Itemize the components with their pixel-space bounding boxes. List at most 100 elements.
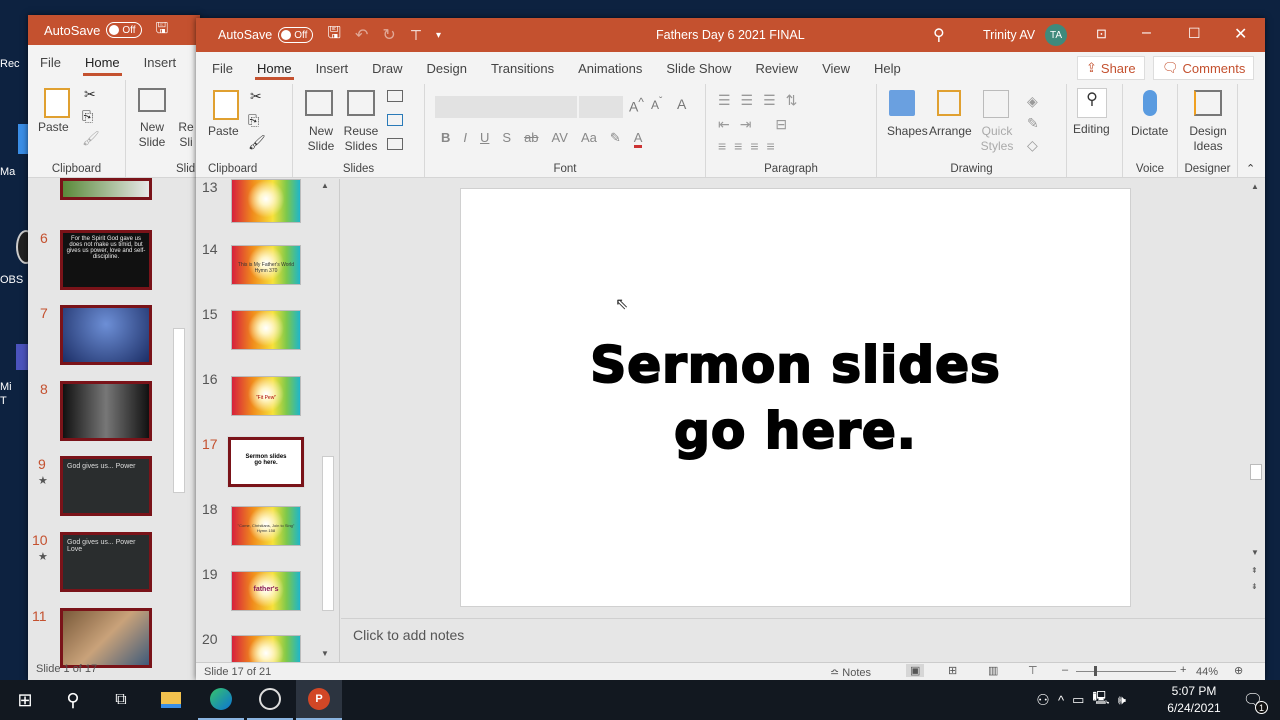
tab-insert[interactable]: Insert: [132, 45, 189, 80]
zoom-slider-thumb[interactable]: [1094, 666, 1097, 676]
slide-thumbnail[interactable]: [60, 608, 152, 668]
tab-review[interactable]: Review: [743, 52, 810, 84]
desktop-icon-ma[interactable]: Ma: [0, 166, 28, 178]
ribbon-display-options-icon[interactable]: ⊡: [1096, 26, 1107, 42]
copy-icon[interactable]: ⎘: [248, 112, 259, 129]
tab-home[interactable]: Home: [73, 45, 132, 80]
tab-slide-show[interactable]: Slide Show: [654, 52, 743, 84]
slide-sorter-icon[interactable]: ⊞: [948, 664, 957, 677]
notes-pane[interactable]: Click to add notes: [341, 618, 1265, 662]
slide-thumbnail[interactable]: [60, 178, 152, 200]
search-icon[interactable]: ⚲: [50, 680, 96, 720]
system-tray[interactable]: ^ ▭ 🖳 🕪: [1058, 680, 1168, 720]
shapes-button[interactable]: Shapes: [887, 124, 928, 139]
avatar[interactable]: TA: [1045, 24, 1067, 46]
network-icon[interactable]: 🖳: [1092, 689, 1109, 711]
scroll-down-icon[interactable]: ▼: [1251, 548, 1259, 557]
slide-thumbnail[interactable]: father's: [231, 571, 301, 611]
search-icon[interactable]: ⚲: [933, 25, 945, 45]
cut-icon[interactable]: ✂: [84, 86, 96, 103]
slide-thumbnail[interactable]: God gives us... Power Love: [60, 532, 152, 592]
cut-icon[interactable]: ✂: [250, 88, 262, 105]
slideshow-view-icon[interactable]: ⊤: [1028, 664, 1038, 677]
powerpoint-taskbar-icon[interactable]: P: [296, 680, 342, 720]
tab-design[interactable]: Design: [415, 52, 479, 84]
tab-help[interactable]: Help: [862, 52, 913, 84]
change-case-button[interactable]: Aa: [581, 130, 597, 148]
user-name[interactable]: Trinity AV: [983, 28, 1035, 42]
file-explorer-icon[interactable]: [148, 680, 194, 720]
scrollbar-thumb[interactable]: [173, 328, 185, 493]
next-slide-icon[interactable]: ⇟: [1251, 582, 1258, 591]
fill-outline-effects-icons[interactable]: ◈ ✎ ◇: [1027, 90, 1039, 156]
normal-view-icon[interactable]: ▣: [906, 664, 925, 677]
tab-home[interactable]: Home: [245, 52, 304, 84]
action-center-icon[interactable]: 🗨 1: [1230, 680, 1276, 720]
zoom-in-icon[interactable]: +: [1180, 664, 1186, 676]
paste-button[interactable]: Paste: [208, 124, 239, 139]
increase-font-icon[interactable]: A^: [629, 96, 644, 115]
slide-thumbnail[interactable]: "Fit Pew": [231, 376, 301, 416]
thumbnail-scrollbar[interactable]: ▲ ▼: [321, 179, 335, 662]
slide-thumbnail[interactable]: [60, 381, 152, 441]
editing-button[interactable]: Editing: [1073, 122, 1110, 137]
customize-qat-icon[interactable]: ▾: [436, 30, 441, 41]
slide-thumbnail[interactable]: "Come, Christians, Join to Sing" Hymn 15…: [231, 506, 301, 546]
bold-button[interactable]: B: [441, 130, 450, 148]
collapse-ribbon-icon[interactable]: ⌃: [1246, 162, 1255, 175]
slide-thumbnail[interactable]: For the Spirit God gave us does not make…: [60, 230, 152, 290]
fit-to-window-icon[interactable]: ⊕: [1234, 664, 1243, 677]
reset-icon[interactable]: [387, 114, 403, 126]
zoom-slider[interactable]: [1076, 666, 1176, 676]
slide-thumbnail[interactable]: God gives us... Power: [60, 456, 152, 516]
character-spacing-button[interactable]: AV: [552, 130, 568, 148]
notes-toggle[interactable]: ≏ Notes: [830, 666, 871, 679]
close-icon[interactable]: ✕: [1234, 24, 1247, 44]
shadow-button[interactable]: S: [502, 130, 511, 148]
present-icon[interactable]: ⊤: [410, 27, 422, 44]
decrease-font-icon[interactable]: Aˇ: [651, 96, 662, 112]
back-thumbnail-scrollbar[interactable]: [172, 178, 186, 660]
new-slide-button[interactable]: New Slide: [301, 124, 341, 154]
reuse-slides-button[interactable]: Re Sli: [176, 120, 196, 150]
new-slide-button[interactable]: New Slide: [132, 120, 172, 150]
volume-icon[interactable]: 🕪: [1118, 692, 1126, 708]
reading-view-icon[interactable]: ▥: [988, 664, 998, 677]
slide-thumbnail[interactable]: [231, 310, 301, 350]
redo-icon[interactable]: ↻: [382, 25, 395, 45]
tab-file[interactable]: File: [200, 52, 245, 84]
scrollbar-thumb[interactable]: [322, 456, 334, 611]
desktop-icon-obs[interactable]: OBS: [0, 274, 28, 286]
slide-thumbnail[interactable]: [231, 179, 301, 223]
dictate-button[interactable]: Dictate: [1131, 124, 1168, 139]
autosave-toggle[interactable]: Off: [278, 27, 314, 43]
format-painter-icon[interactable]: 🖌: [82, 130, 100, 147]
italic-button[interactable]: I: [463, 130, 467, 148]
align-icons[interactable]: ≡≡≡≡: [718, 138, 783, 154]
save-icon[interactable]: 🖫: [327, 22, 341, 49]
start-button[interactable]: ⊞: [2, 680, 48, 720]
desktop-icon-teams[interactable]: Mi T: [0, 380, 28, 408]
save-icon[interactable]: 🖫: [156, 18, 169, 43]
comments-button[interactable]: 🗨 Comments: [1153, 56, 1255, 80]
show-hidden-icons-icon[interactable]: ^: [1058, 693, 1064, 708]
paste-button[interactable]: Paste: [38, 120, 69, 135]
desktop-icon-recycle[interactable]: Rec: [0, 58, 28, 70]
layout-icon[interactable]: [387, 90, 403, 102]
zoom-level[interactable]: 44%: [1196, 666, 1218, 678]
notes-placeholder[interactable]: Click to add notes: [353, 627, 464, 643]
undo-icon[interactable]: ↶: [355, 25, 368, 45]
scrollbar-thumb[interactable]: [1250, 464, 1262, 480]
tab-view[interactable]: View: [810, 52, 862, 84]
bullets-numbering-icons[interactable]: ☰☰☰⇅: [718, 92, 807, 109]
strikethrough-button[interactable]: ab: [524, 130, 538, 148]
tab-animations[interactable]: Animations: [566, 52, 654, 84]
slide-thumbnail[interactable]: This is My Father's World Hymn 370: [231, 245, 301, 285]
font-size-dropdown[interactable]: [579, 96, 623, 118]
maximize-icon[interactable]: ☐: [1188, 25, 1201, 42]
clear-formatting-icon[interactable]: A: [677, 96, 686, 112]
autosave-toggle[interactable]: Off: [106, 22, 142, 38]
obs-icon[interactable]: [247, 680, 293, 720]
slide-canvas[interactable]: Sermon slides go here.: [460, 188, 1131, 607]
slide-title-text[interactable]: Sermon slides go here.: [589, 332, 1001, 464]
